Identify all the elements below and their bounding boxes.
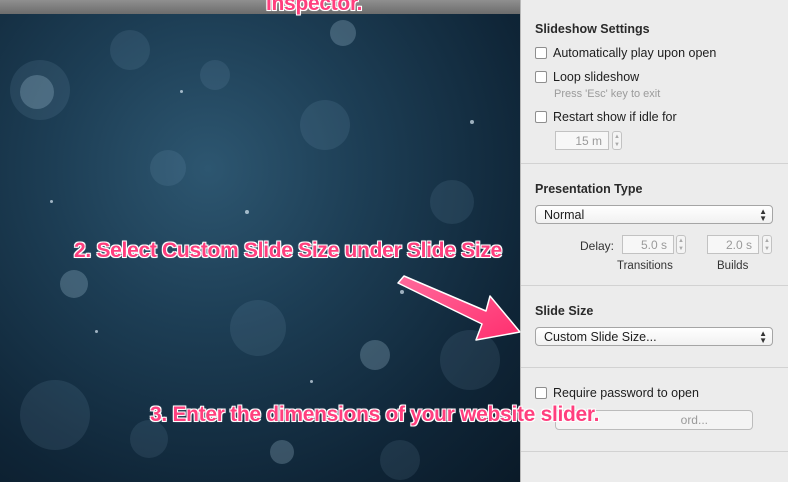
annotation-step-3: 3. Enter the dimensions of your website … xyxy=(150,403,600,426)
annotation-step-2: 2. Select Custom Slide Size under Slide … xyxy=(74,239,502,262)
annotation-inspector: Inspector. xyxy=(266,0,363,15)
